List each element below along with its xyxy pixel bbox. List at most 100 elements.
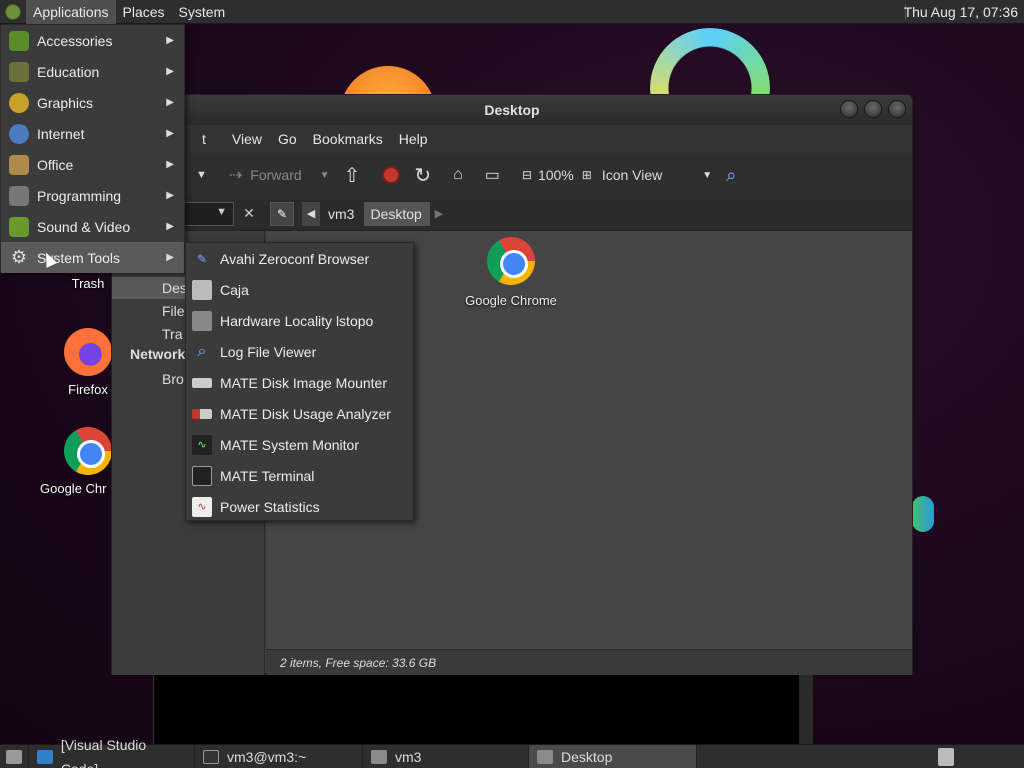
menu-item-label: Power Statistics	[220, 498, 320, 515]
accessories-icon	[9, 30, 29, 51]
menu-item-log-file-viewer[interactable]: ⌕ Log File Viewer	[186, 336, 413, 367]
zoom-level[interactable]: 100%	[538, 160, 574, 190]
menu-item-avahi-zeroconf-browser[interactable]: ✎ Avahi Zeroconf Browser	[186, 243, 413, 274]
menu-item-label: MATE System Monitor	[220, 436, 359, 453]
breadcrumb-back-arrow[interactable]: ◀	[302, 201, 320, 226]
hardware-icon	[192, 310, 212, 331]
menu-edit[interactable]: t	[202, 131, 214, 147]
toggle-location-entry-button[interactable]: ✎	[270, 201, 294, 226]
taskbar-item-vm3[interactable]: vm3	[363, 744, 529, 768]
sidebar-item-label: File	[162, 303, 185, 319]
breadcrumb-desktop[interactable]: Desktop	[364, 201, 430, 226]
sidebar-item-trash[interactable]: Tra	[162, 323, 182, 345]
taskbar-item-vscode[interactable]: [Visual Studio Code]	[29, 737, 195, 768]
computer-icon: ▭	[484, 167, 500, 184]
window-controls	[840, 100, 906, 118]
search-button[interactable]: ⌕	[726, 160, 744, 190]
education-icon	[9, 61, 29, 82]
close-sidebar-button[interactable]: ✕	[238, 202, 260, 226]
window-titlebar[interactable]: Desktop	[112, 95, 912, 125]
menu-item-mate-terminal[interactable]: MATE Terminal	[186, 460, 413, 491]
internet-icon	[9, 123, 29, 144]
menu-item-label: MATE Disk Usage Analyzer	[220, 405, 391, 422]
graphics-icon	[9, 92, 29, 113]
menu-go[interactable]: Go	[270, 131, 305, 147]
reload-button[interactable]: ↻	[414, 160, 439, 190]
clock[interactable]: Thu Aug 17, 07:36	[904, 0, 1018, 24]
menu-item-office[interactable]: Office ▶	[1, 149, 184, 180]
chevron-right-icon: ▶	[166, 97, 174, 108]
zoom-out-button[interactable]: ⊟	[522, 160, 532, 190]
avahi-icon: ✎	[196, 251, 208, 266]
menu-item-caja[interactable]: Caja	[186, 274, 413, 305]
menu-item-hardware-locality-lstopo[interactable]: Hardware Locality lstopo	[186, 305, 413, 336]
disk-usage-icon	[192, 408, 212, 419]
taskbar-item-terminal[interactable]: vm3@vm3:~	[195, 744, 363, 768]
zoom-in-button[interactable]: ⊞	[582, 160, 592, 190]
sidebar-item-filesystem[interactable]: File	[162, 300, 185, 322]
stop-button[interactable]	[382, 160, 401, 190]
close-button[interactable]	[888, 100, 906, 118]
system-menu-button[interactable]: System	[172, 0, 233, 24]
log-viewer-icon: ⌕	[197, 342, 207, 360]
zoom-in-icon: ⊞	[581, 168, 592, 182]
taskbar-item-desktop[interactable]: Desktop	[529, 744, 697, 768]
file-item-google-chrome[interactable]: Google Chrome	[456, 237, 566, 308]
back-dropdown[interactable]: ▼	[196, 160, 215, 190]
chevron-down-icon: ▼	[702, 169, 713, 181]
chevron-right-icon: ▶	[166, 66, 174, 77]
menu-item-mate-disk-image-mounter[interactable]: MATE Disk Image Mounter	[186, 367, 413, 398]
window-title: Desktop	[484, 102, 540, 118]
menu-item-graphics[interactable]: Graphics ▶	[1, 87, 184, 118]
sidebar-item-browse-network[interactable]: Bro	[162, 368, 184, 390]
forward-button[interactable]: ⇢ Forward ▼	[229, 160, 330, 190]
chevron-right-icon: ▶	[166, 190, 174, 201]
home-button[interactable]: ⌂	[453, 160, 471, 190]
terminal-scrollbar[interactable]	[799, 674, 813, 744]
menu-item-mate-disk-usage-analyzer[interactable]: MATE Disk Usage Analyzer	[186, 398, 413, 429]
home-folder-icon: ⌂	[453, 166, 463, 183]
chrome-icon	[64, 427, 112, 475]
places-menu-button[interactable]: Places	[116, 0, 172, 24]
chevron-right-icon: ▶	[166, 128, 174, 139]
menu-help[interactable]: Help	[391, 131, 436, 147]
zoom-out-icon: ⊟	[521, 168, 532, 182]
up-arrow-icon: ⇧	[343, 164, 361, 187]
menu-item-power-statistics[interactable]: ∿ Power Statistics	[186, 491, 413, 522]
menu-item-label: Log File Viewer	[220, 343, 317, 360]
menu-item-label: Hardware Locality lstopo	[220, 312, 374, 329]
desktop-icon-trash[interactable]: Trash	[58, 276, 118, 291]
show-desktop-button[interactable]	[0, 744, 29, 768]
menu-item-mate-system-monitor[interactable]: ∿ MATE System Monitor	[186, 429, 413, 460]
applications-menu-button[interactable]: Applications	[26, 0, 116, 24]
menu-item-internet[interactable]: Internet ▶	[1, 118, 184, 149]
terminal-window[interactable]	[153, 674, 813, 744]
chevron-right-icon: ▶	[166, 159, 174, 170]
minimize-button[interactable]	[840, 100, 858, 118]
up-button[interactable]: ⇧	[344, 160, 369, 190]
breadcrumb-vm3[interactable]: vm3	[322, 202, 362, 226]
computer-button[interactable]: ▭	[485, 160, 508, 190]
maximize-button[interactable]	[864, 100, 882, 118]
menu-item-label: MATE Terminal	[220, 467, 315, 484]
view-mode-label: Icon View	[601, 167, 663, 183]
menu-item-sound-video[interactable]: Sound & Video ▶	[1, 211, 184, 242]
terminal-icon	[192, 465, 212, 486]
menu-bookmarks[interactable]: Bookmarks	[305, 131, 391, 147]
menu-view[interactable]: View	[224, 131, 270, 147]
menu-item-education[interactable]: Education ▶	[1, 56, 184, 87]
menu-item-accessories[interactable]: Accessories ▶	[1, 25, 184, 56]
sidebar-item-label: Bro	[162, 371, 184, 387]
wallpaper-pill	[912, 496, 934, 532]
breadcrumb-forward-arrow[interactable]: ▶	[430, 202, 448, 226]
firefox-icon	[64, 328, 112, 376]
desktop-icon-firefox[interactable]: Firefox	[58, 328, 118, 397]
chevron-down-icon: ▼	[319, 169, 330, 181]
menu-item-programming[interactable]: Programming ▶	[1, 180, 184, 211]
workspace-switcher[interactable]	[938, 748, 954, 766]
taskbar-item-label: Desktop	[561, 748, 613, 765]
menu-item-system-tools[interactable]: ⚙ System Tools ▶	[1, 242, 184, 273]
sound-video-icon	[9, 216, 29, 237]
view-mode-select[interactable]: Icon View ▼	[602, 160, 712, 190]
top-panel: Applications Places System Thu Aug 17, 0…	[0, 0, 1024, 24]
